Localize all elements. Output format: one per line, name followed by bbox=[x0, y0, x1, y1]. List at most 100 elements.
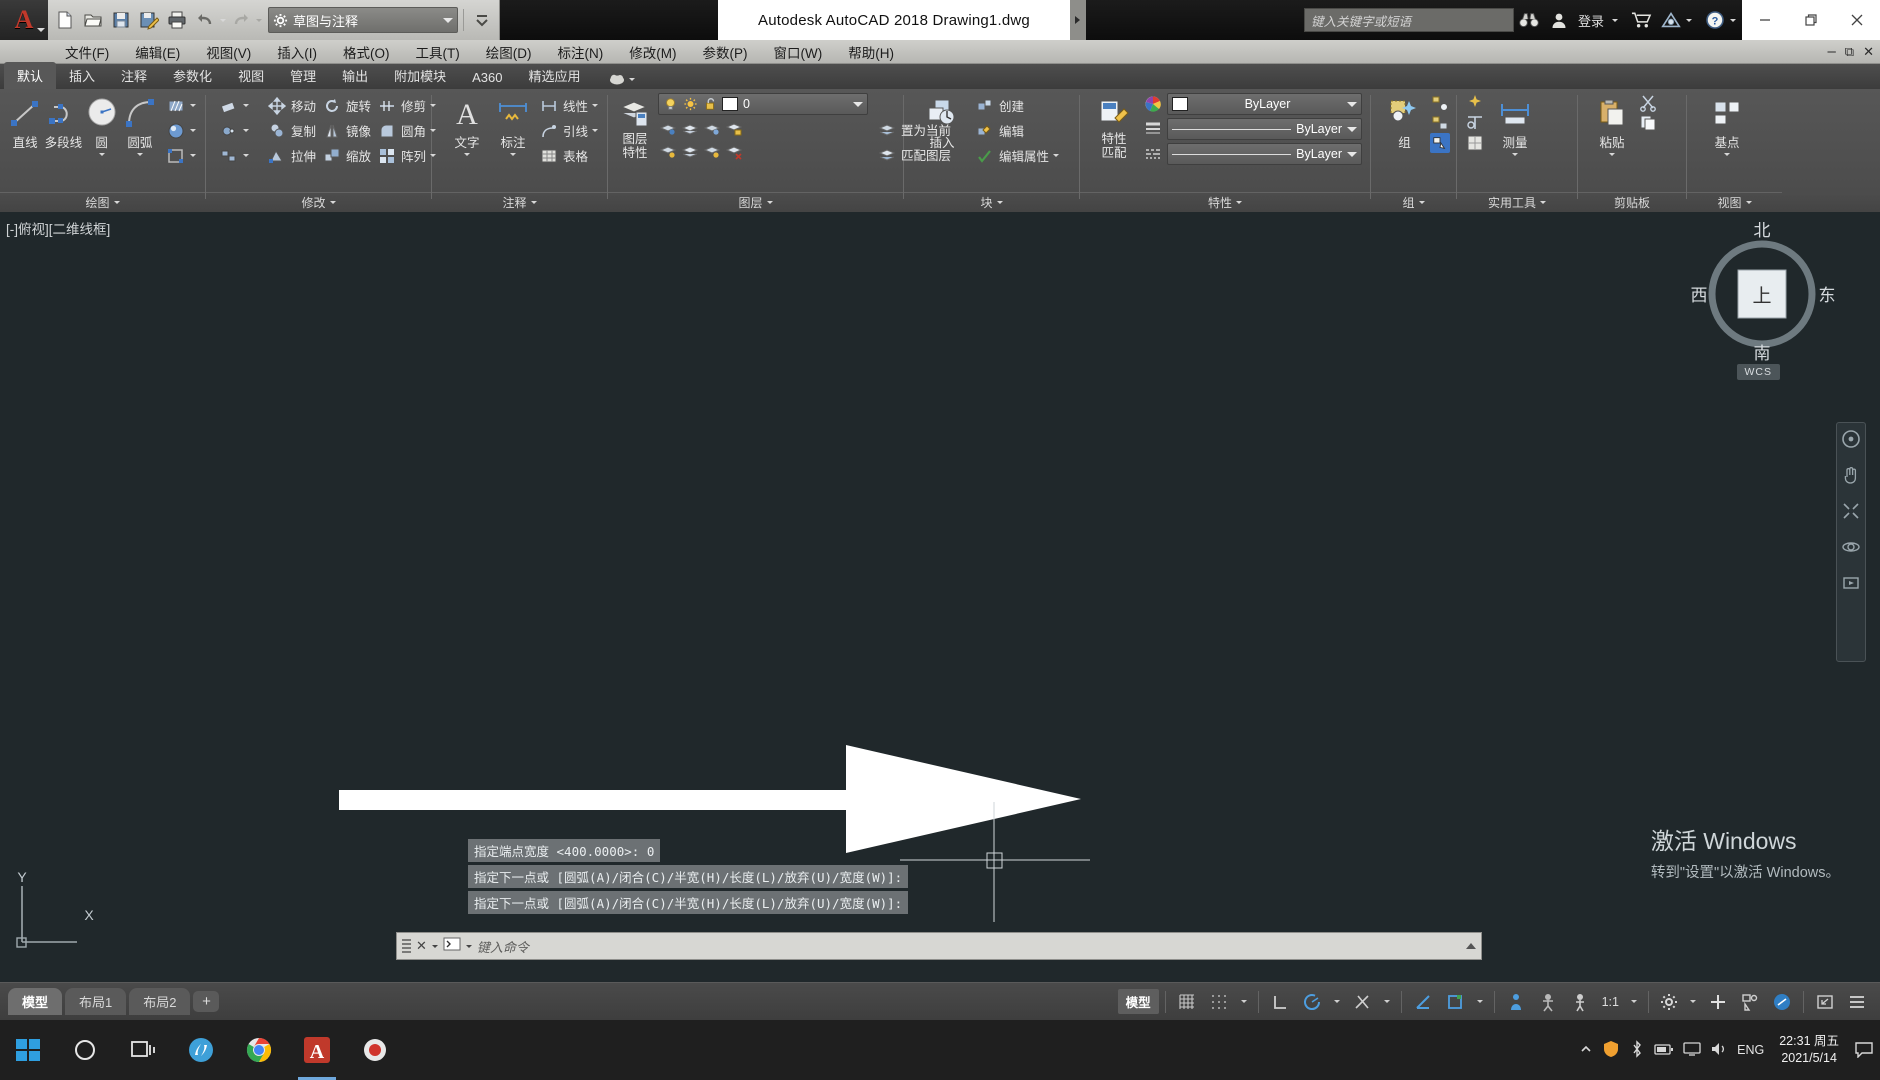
linetype-dropdown[interactable]: ByLayer bbox=[1167, 143, 1362, 165]
infocenter-search-input[interactable]: 键入关键字或短语 bbox=[1303, 8, 1514, 32]
command-line-bar[interactable]: ✕ 键入命令 bbox=[396, 932, 1482, 960]
tool-circle[interactable]: 圆 bbox=[83, 93, 121, 156]
tool-edit-block[interactable]: 编辑 bbox=[972, 118, 1062, 143]
windows-start-icon[interactable] bbox=[0, 1020, 56, 1080]
close-icon[interactable]: ✕ bbox=[416, 938, 427, 954]
group-edit-icon[interactable] bbox=[1430, 113, 1450, 133]
chevron-up-icon[interactable] bbox=[1579, 1042, 1593, 1059]
doc-minimize-button[interactable]: – bbox=[1827, 43, 1835, 60]
tool-layer-properties[interactable]: 图层 特性 bbox=[618, 93, 652, 161]
fullscreen-icon[interactable] bbox=[1810, 988, 1840, 1016]
tool-fillet[interactable]: 圆角 bbox=[374, 118, 439, 143]
save-disk-icon[interactable] bbox=[108, 6, 134, 34]
quick-calc-icon[interactable] bbox=[1465, 113, 1485, 133]
tool-create-block[interactable]: 创建 bbox=[972, 93, 1062, 118]
snap-dropdown-icon[interactable] bbox=[1236, 988, 1252, 1016]
object-snap-tracking-icon[interactable] bbox=[1408, 988, 1438, 1016]
chevron-down-icon[interactable] bbox=[1053, 154, 1060, 157]
signin-label[interactable]: 登录 bbox=[1574, 11, 1608, 30]
tab-manage[interactable]: 管理 bbox=[277, 62, 329, 89]
display-icon[interactable] bbox=[1683, 1041, 1701, 1060]
workspace-switcher[interactable]: 草图与注释 bbox=[268, 7, 458, 33]
chevron-down-icon[interactable] bbox=[591, 104, 598, 107]
chevron-down-icon[interactable] bbox=[431, 944, 438, 948]
a360-cloud-icon[interactable] bbox=[1656, 0, 1686, 40]
layer-freeze-icon[interactable] bbox=[680, 119, 700, 139]
app-recorder[interactable] bbox=[346, 1020, 404, 1080]
layer-unlock-icon[interactable] bbox=[658, 142, 678, 162]
command-expand-icon[interactable] bbox=[1466, 943, 1476, 949]
tool-insert-block[interactable]: 插入 bbox=[916, 93, 968, 151]
battery-icon[interactable] bbox=[1654, 1042, 1674, 1059]
chevron-down-icon[interactable] bbox=[190, 104, 196, 107]
chevron-down-icon[interactable] bbox=[1724, 153, 1730, 156]
chevron-down-icon[interactable] bbox=[1609, 153, 1615, 156]
tool-mirror[interactable]: 镜像 bbox=[319, 118, 374, 143]
menu-format[interactable]: 格式(O) bbox=[330, 40, 403, 64]
view-cube[interactable]: 上 北 南 西 东 bbox=[1690, 221, 1840, 363]
tab-output[interactable]: 输出 bbox=[329, 62, 381, 89]
chevron-down-icon[interactable] bbox=[591, 129, 598, 132]
tool-move[interactable]: 移动 bbox=[264, 93, 319, 118]
shield-icon[interactable] bbox=[1602, 1040, 1620, 1061]
grid-display-icon[interactable] bbox=[1172, 988, 1202, 1016]
tool-explode[interactable] bbox=[216, 143, 252, 168]
save-as-icon[interactable] bbox=[136, 6, 162, 34]
polar-dropdown-icon[interactable] bbox=[1329, 988, 1345, 1016]
layer-isolate-icon[interactable] bbox=[658, 119, 678, 139]
tool-line[interactable]: 直线 bbox=[6, 93, 44, 151]
tool-group[interactable]: 组 bbox=[1379, 93, 1430, 151]
chevron-down-icon[interactable] bbox=[443, 17, 453, 23]
user-icon[interactable] bbox=[1544, 0, 1574, 40]
menu-dimension[interactable]: 标注(N) bbox=[545, 40, 617, 64]
menu-modify[interactable]: 修改(M) bbox=[616, 40, 689, 64]
minimize-button[interactable] bbox=[1742, 0, 1788, 40]
osnap-dropdown-icon[interactable] bbox=[1379, 988, 1395, 1016]
chevron-down-icon[interactable] bbox=[243, 104, 249, 107]
tool-rotate[interactable]: 旋转 bbox=[319, 93, 374, 118]
annotation-scale-value[interactable]: 1:1 bbox=[1597, 988, 1624, 1016]
tab-home[interactable]: 默认 bbox=[4, 62, 57, 89]
chevron-down-icon[interactable] bbox=[243, 154, 249, 157]
app-autocad[interactable]: A bbox=[288, 1020, 346, 1080]
menu-draw[interactable]: 绘图(D) bbox=[473, 40, 545, 64]
application-menu-button[interactable]: A bbox=[0, 0, 48, 40]
restore-button[interactable] bbox=[1788, 0, 1834, 40]
task-view-icon[interactable] bbox=[114, 1020, 172, 1080]
chevron-down-icon[interactable] bbox=[98, 153, 105, 156]
menu-window[interactable]: 窗口(W) bbox=[761, 40, 836, 64]
annotation-dropdown-icon[interactable] bbox=[1472, 988, 1488, 1016]
command-prompt-icon[interactable] bbox=[443, 936, 461, 957]
tool-trim[interactable]: 修剪 bbox=[374, 93, 439, 118]
tool-edit-attributes[interactable]: 编辑属性 bbox=[972, 143, 1062, 168]
chevron-down-icon[interactable] bbox=[329, 201, 336, 204]
help-icon[interactable]: ? bbox=[1700, 0, 1730, 40]
menu-file[interactable]: 文件(F) bbox=[52, 40, 122, 64]
tab-annotate[interactable]: 注释 bbox=[108, 62, 160, 89]
printer-icon[interactable] bbox=[164, 6, 190, 34]
menu-help[interactable]: 帮助(H) bbox=[835, 40, 907, 64]
drawing-canvas[interactable]: [-]俯视][二维线框] 上 北 南 西 东 WCS Y X 指定端点宽度 <4… bbox=[0, 212, 1880, 982]
app-chrome[interactable] bbox=[230, 1020, 288, 1080]
tool-paste[interactable]: 粘贴 bbox=[1586, 93, 1638, 156]
cut-icon[interactable] bbox=[1638, 93, 1658, 113]
tab-addins[interactable]: 附加模块 bbox=[381, 62, 459, 89]
undo-arrow-icon[interactable] bbox=[192, 6, 218, 34]
tool-arc[interactable]: 圆弧 bbox=[121, 93, 159, 156]
tool-region[interactable] bbox=[163, 143, 199, 168]
tool-linear[interactable]: 线性 bbox=[536, 93, 601, 118]
chevron-down-icon[interactable] bbox=[530, 201, 537, 204]
qat-customize-icon[interactable] bbox=[469, 6, 495, 34]
layer-delete-icon[interactable] bbox=[724, 142, 744, 162]
snap-mode-icon[interactable] bbox=[1204, 988, 1234, 1016]
tab-view[interactable]: 视图 bbox=[225, 62, 277, 89]
layer-off-icon[interactable] bbox=[702, 119, 722, 139]
chevron-down-icon[interactable] bbox=[628, 77, 635, 81]
chevron-down-icon[interactable] bbox=[1512, 153, 1518, 156]
tool-polyline[interactable]: 多段线 bbox=[44, 93, 82, 151]
chevron-down-icon[interactable] bbox=[1745, 201, 1752, 204]
chevron-down-icon[interactable] bbox=[1347, 126, 1357, 132]
chevron-down-icon[interactable] bbox=[1347, 151, 1357, 157]
workspace-switch-icon[interactable] bbox=[1501, 988, 1531, 1016]
volume-icon[interactable] bbox=[1710, 1041, 1728, 1060]
